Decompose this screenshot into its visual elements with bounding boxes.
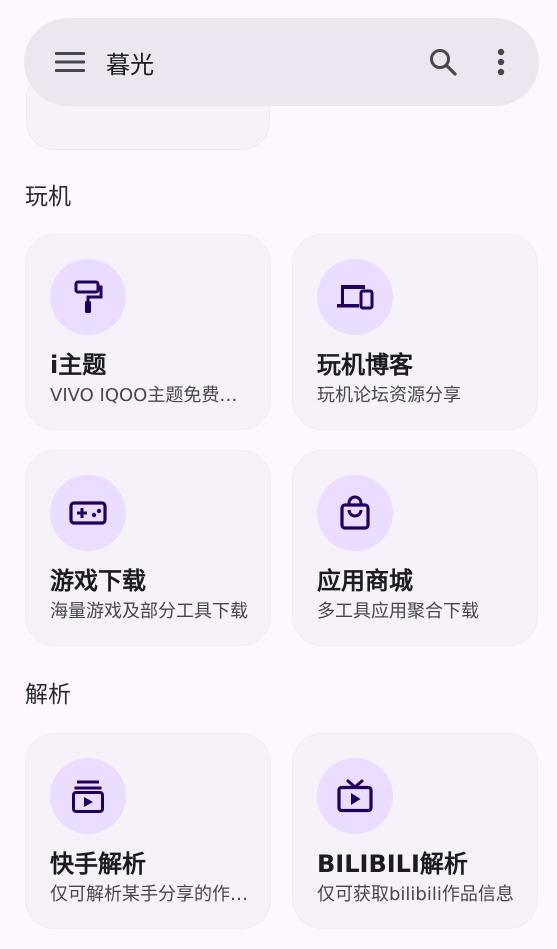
card-title: 快手解析 [50, 850, 146, 878]
section-title-wanji: 玩机 [25, 184, 71, 210]
card-subtitle: 多工具应用聚合下载 [317, 601, 479, 622]
search-icon[interactable] [421, 40, 465, 84]
card-subtitle: 仅可获取bilibili作品信息 [317, 884, 514, 905]
card-subtitle: VIVO IQOO主题免费破解 [50, 385, 250, 406]
video-library-icon [50, 758, 126, 834]
shopping-bag-icon [317, 475, 393, 551]
card-game-download[interactable]: 游戏下载 海量游戏及部分工具下载 [25, 450, 271, 646]
gamepad-icon [50, 475, 126, 551]
card-title: 应用商城 [317, 567, 413, 595]
tv-icon [317, 758, 393, 834]
card-title: 游戏下载 [50, 567, 146, 595]
card-title: 玩机博客 [317, 351, 413, 379]
card-subtitle: 玩机论坛资源分享 [317, 385, 461, 406]
more-vert-icon[interactable] [479, 40, 523, 84]
card-blog[interactable]: 玩机博客 玩机论坛资源分享 [292, 234, 538, 430]
card-title: BILIBILI解析 [317, 850, 468, 878]
card-kuaishou-parser[interactable]: 快手解析 仅可解析某手分享的作品链接 [25, 733, 271, 929]
paint-roller-icon [50, 259, 126, 335]
card-title: i主题 [50, 351, 107, 379]
devices-icon [317, 259, 393, 335]
app-title: 暮光 [106, 50, 154, 79]
menu-icon[interactable] [48, 40, 92, 84]
section-title-jiexi: 解析 [25, 682, 71, 708]
card-i-theme[interactable]: i主题 VIVO IQOO主题免费破解 [25, 234, 271, 430]
card-bilibili-parser[interactable]: BILIBILI解析 仅可获取bilibili作品信息 [292, 733, 538, 929]
card-app-store[interactable]: 应用商城 多工具应用聚合下载 [292, 450, 538, 646]
card-subtitle: 海量游戏及部分工具下载 [50, 601, 248, 622]
top-search-bar[interactable]: 暮光 [24, 18, 539, 106]
card-subtitle: 仅可解析某手分享的作品链接 [50, 884, 250, 905]
